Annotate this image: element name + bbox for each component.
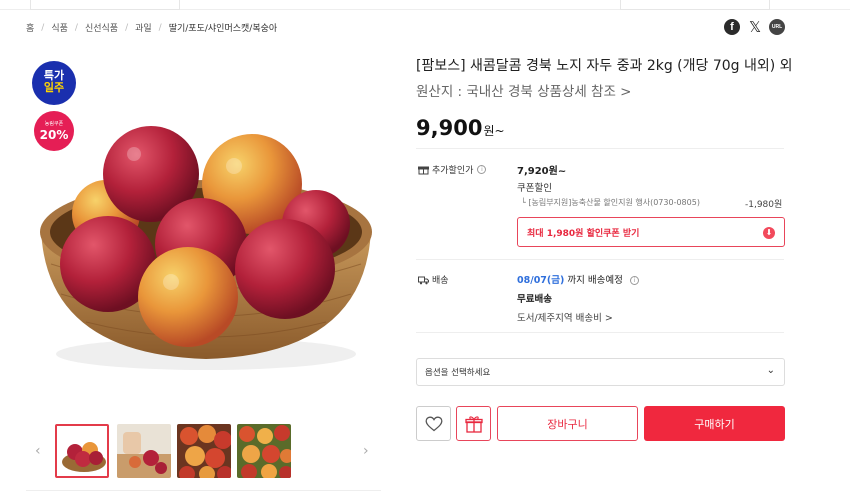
- top-bar: [0, 0, 850, 10]
- breadcrumb-separator: /: [74, 22, 78, 33]
- special-sale-badge: 특가 일주: [32, 61, 76, 105]
- facebook-icon[interactable]: f: [724, 19, 740, 35]
- shipping-date-suffix: 까지 배송예정: [564, 275, 623, 286]
- thumbnail[interactable]: [177, 424, 231, 478]
- discount-label-row: 추가할인가 i: [418, 163, 487, 176]
- breadcrumb: 홈 / 식품 / 신선식품 / 과일 / 딸기/포도/샤인머스캣/복숭아: [26, 21, 277, 35]
- url-copy-icon[interactable]: URL: [769, 19, 785, 35]
- download-icon: ⬇: [763, 227, 775, 239]
- product-title: [팜보스] 새콤달콤 경북 노지 자두 중과 2kg (개당 70g 내외) 외: [416, 58, 793, 74]
- divider: [416, 332, 784, 333]
- divider: [416, 259, 784, 260]
- top-tab[interactable]: [620, 0, 770, 10]
- top-tab[interactable]: [30, 0, 180, 10]
- product-price: 9,900원~: [416, 116, 505, 140]
- coupon-detail-text: [농림부지원]농축산물 할인지원 행사(0730-0805): [528, 198, 700, 207]
- gift-button[interactable]: [456, 406, 491, 441]
- breadcrumb-item[interactable]: 딸기/포도/샤인머스캣/복숭아: [169, 21, 277, 34]
- download-coupon-button[interactable]: 최대 1,980원 할인쿠폰 받기 ⬇: [517, 217, 785, 247]
- product-main-image: [26, 54, 381, 409]
- breadcrumb-separator: /: [125, 22, 129, 33]
- x-icon[interactable]: 𝕏: [748, 19, 762, 36]
- coupon-amount: -1,980원: [745, 200, 783, 210]
- wishlist-button[interactable]: [416, 406, 451, 441]
- coupon-button-label: 최대 1,980원 할인쿠폰 받기: [527, 228, 640, 239]
- price-value: 9,900: [416, 116, 483, 140]
- shipping-label: 배송: [432, 276, 449, 286]
- shipping-label-row: 배송: [418, 273, 449, 286]
- thumb-next-icon[interactable]: ›: [363, 443, 369, 459]
- shipping-date-value: 08/07(금): [517, 275, 565, 286]
- thumbnail[interactable]: [55, 424, 109, 478]
- origin-link[interactable]: 원산지 : 국내산 경북 상품상세 참조 >: [416, 80, 632, 100]
- shipping-date: 08/07(금) 까지 배송예정 i: [517, 272, 639, 286]
- coupon-badge-small: 농림쿠폰: [44, 121, 64, 127]
- divider: [416, 148, 784, 149]
- buy-now-button[interactable]: 구매하기: [644, 406, 785, 441]
- breadcrumb-separator: /: [158, 22, 162, 33]
- option-placeholder: 옵션을 선택하세요: [425, 368, 491, 378]
- breadcrumb-item[interactable]: 신선식품: [85, 21, 118, 34]
- breadcrumb-separator: /: [41, 22, 45, 33]
- chevron-down-icon: ⌄: [766, 365, 775, 376]
- breadcrumb-item[interactable]: 과일: [135, 21, 152, 34]
- coupon-badge-percent: 20%: [39, 128, 69, 142]
- add-to-cart-button[interactable]: 장바구니: [497, 406, 638, 441]
- coupon-badge: 농림쿠폰 20%: [34, 111, 74, 151]
- heart-icon: [425, 416, 442, 431]
- free-shipping: 무료배송: [517, 294, 552, 305]
- gift-box-icon: [418, 166, 429, 174]
- discount-price: 7,920원~: [517, 166, 567, 177]
- divider: [26, 490, 381, 491]
- gift-icon: [464, 415, 483, 433]
- thumbnail[interactable]: [117, 424, 171, 478]
- coupon-detail: └ [농림부지원]농축산물 할인지원 행사(0730-0805): [521, 197, 700, 208]
- info-icon[interactable]: i: [477, 165, 487, 174]
- thumbnail[interactable]: [237, 424, 291, 478]
- thumb-prev-icon[interactable]: ‹: [35, 443, 41, 459]
- island-shipping-link[interactable]: 도서/제주지역 배송비 >: [517, 310, 613, 324]
- breadcrumb-item[interactable]: 식품: [51, 21, 68, 34]
- sale-badge-line2: 일주: [43, 81, 65, 94]
- discount-label: 추가할인가: [432, 166, 474, 176]
- coupon-discount-label: 쿠폰할인: [517, 183, 552, 194]
- breadcrumb-item[interactable]: 홈: [26, 21, 34, 34]
- info-icon[interactable]: i: [629, 276, 639, 285]
- truck-icon: [418, 276, 429, 284]
- price-unit: 원~: [483, 124, 505, 138]
- option-select[interactable]: 옵션을 선택하세요 ⌄: [416, 358, 785, 386]
